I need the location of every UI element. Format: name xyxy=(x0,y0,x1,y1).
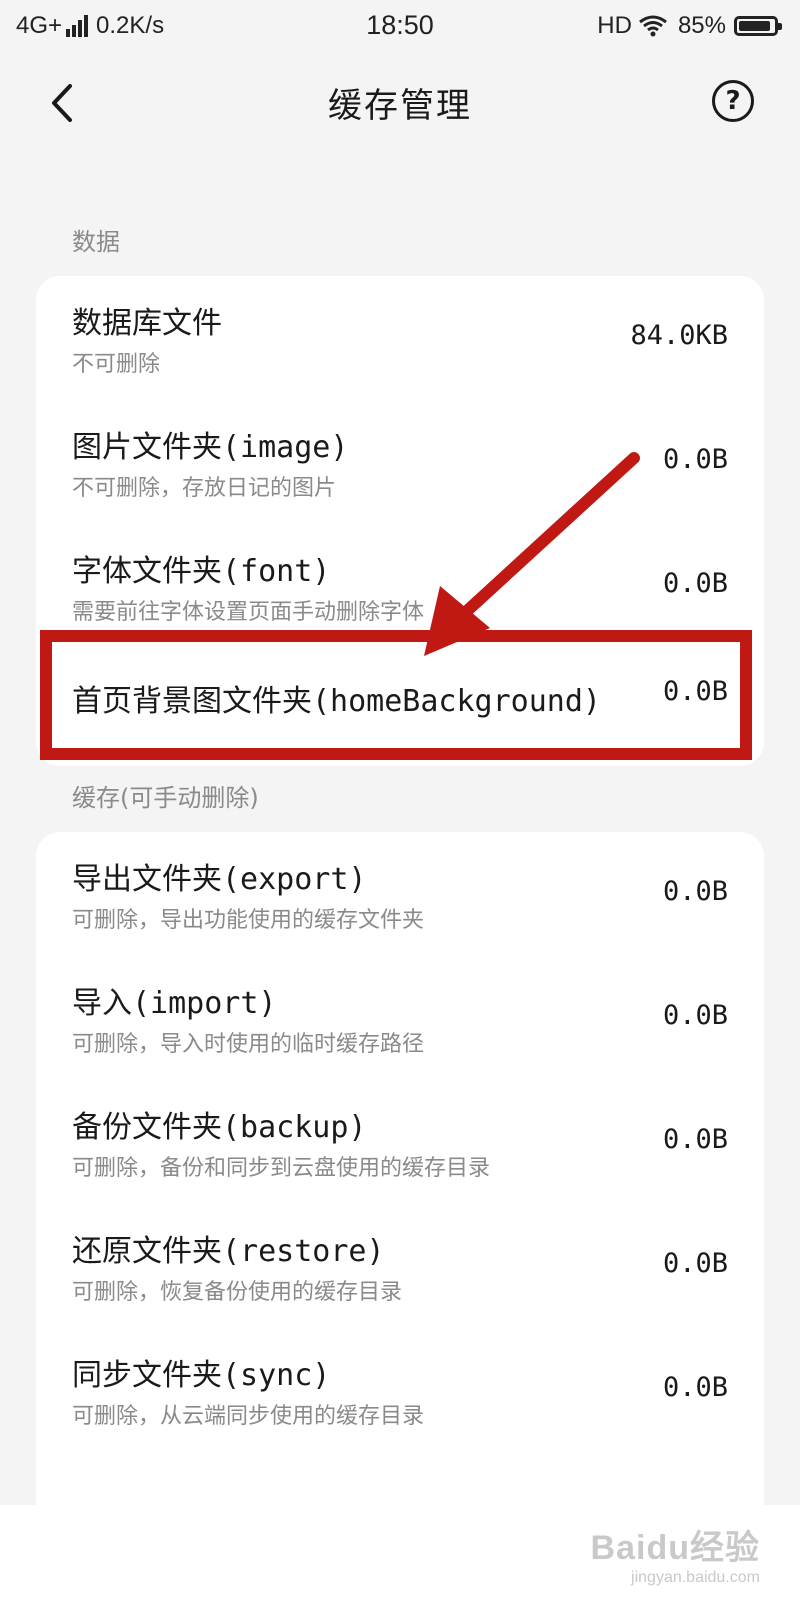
item-subtitle: 需要前往字体设置页面手动删除字体 xyxy=(72,600,425,625)
help-button[interactable]: ? xyxy=(712,80,754,122)
item-subtitle: 可删除，从云端同步使用的缓存目录 xyxy=(72,1404,425,1429)
item-title: 图片文件夹(image) xyxy=(72,430,349,465)
hd-indicator: HD xyxy=(597,12,632,39)
cache-card: 导出文件夹(export) 可删除，导出功能使用的缓存文件夹 0.0B 导入(i… xyxy=(36,832,764,1522)
item-size: 0.0B xyxy=(662,1248,728,1279)
item-subtitle: 可删除，导入时使用的临时缓存路径 xyxy=(72,1032,425,1057)
item-title: 数据库文件 xyxy=(72,306,222,341)
wifi-icon xyxy=(639,15,667,37)
item-size: 0.0B xyxy=(662,1124,728,1155)
section-label-cache: 缓存(可手动删除) xyxy=(72,784,259,812)
item-size: 0.0B xyxy=(662,1000,728,1031)
item-subtitle: 可删除，导出功能使用的缓存文件夹 xyxy=(72,908,425,933)
item-size: 0.0B xyxy=(662,876,728,907)
item-title: 字体文件夹(font) xyxy=(72,554,331,589)
item-size: 0.0B xyxy=(662,444,728,475)
annotation-highlight-box xyxy=(40,630,752,760)
item-subtitle: 不可删除 xyxy=(72,352,161,377)
list-item[interactable]: 导入(import) 可删除，导入时使用的临时缓存路径 0.0B xyxy=(36,956,764,1082)
list-item[interactable]: 图片文件夹(image) 不可删除，存放日记的图片 0.0B xyxy=(36,400,764,526)
list-item[interactable]: 还原文件夹(restore) 可删除，恢复备份使用的缓存目录 0.0B xyxy=(36,1204,764,1330)
status-right: HD 85% xyxy=(597,12,782,40)
item-title: 还原文件夹(restore) xyxy=(72,1234,385,1269)
item-size: 0.0B xyxy=(662,1372,728,1403)
item-subtitle: 不可删除，存放日记的图片 xyxy=(72,476,337,501)
nav-bar: 缓存管理 ? xyxy=(0,60,800,146)
item-size: 84.0KB xyxy=(630,320,728,351)
list-item[interactable]: 备份文件夹(backup) 可删除，备份和同步到云盘使用的缓存目录 0.0B xyxy=(36,1080,764,1206)
battery-percent: 85% xyxy=(677,12,726,39)
item-title: 导入(import) xyxy=(72,986,277,1021)
item-subtitle: 可删除，恢复备份使用的缓存目录 xyxy=(72,1280,403,1305)
section-label-data: 数据 xyxy=(72,228,120,256)
list-item[interactable]: 数据库文件 不可删除 84.0KB xyxy=(36,276,764,402)
item-title: 同步文件夹(sync) xyxy=(72,1358,331,1393)
watermark-sub: jingyan.baidu.com xyxy=(631,1569,760,1586)
help-icon: ? xyxy=(725,86,741,116)
item-subtitle: 可删除，备份和同步到云盘使用的缓存目录 xyxy=(72,1156,491,1181)
watermark-logo: Baidu经验 jingyan.baidu.com xyxy=(591,1520,760,1587)
list-item[interactable]: 导出文件夹(export) 可删除，导出功能使用的缓存文件夹 0.0B xyxy=(36,832,764,958)
list-item[interactable]: 同步文件夹(sync) 可删除，从云端同步使用的缓存目录 0.0B xyxy=(36,1328,764,1454)
watermark-main: Baidu经验 xyxy=(590,1529,760,1567)
page-title: 缓存管理 xyxy=(328,86,472,126)
item-title: 备份文件夹(backup) xyxy=(72,1110,367,1145)
status-bar: 4G+ 0.2K/s 18:50 HD 85% xyxy=(0,0,800,56)
battery-icon xyxy=(734,16,782,36)
item-title: 导出文件夹(export) xyxy=(72,862,367,897)
item-size: 0.0B xyxy=(662,568,728,599)
